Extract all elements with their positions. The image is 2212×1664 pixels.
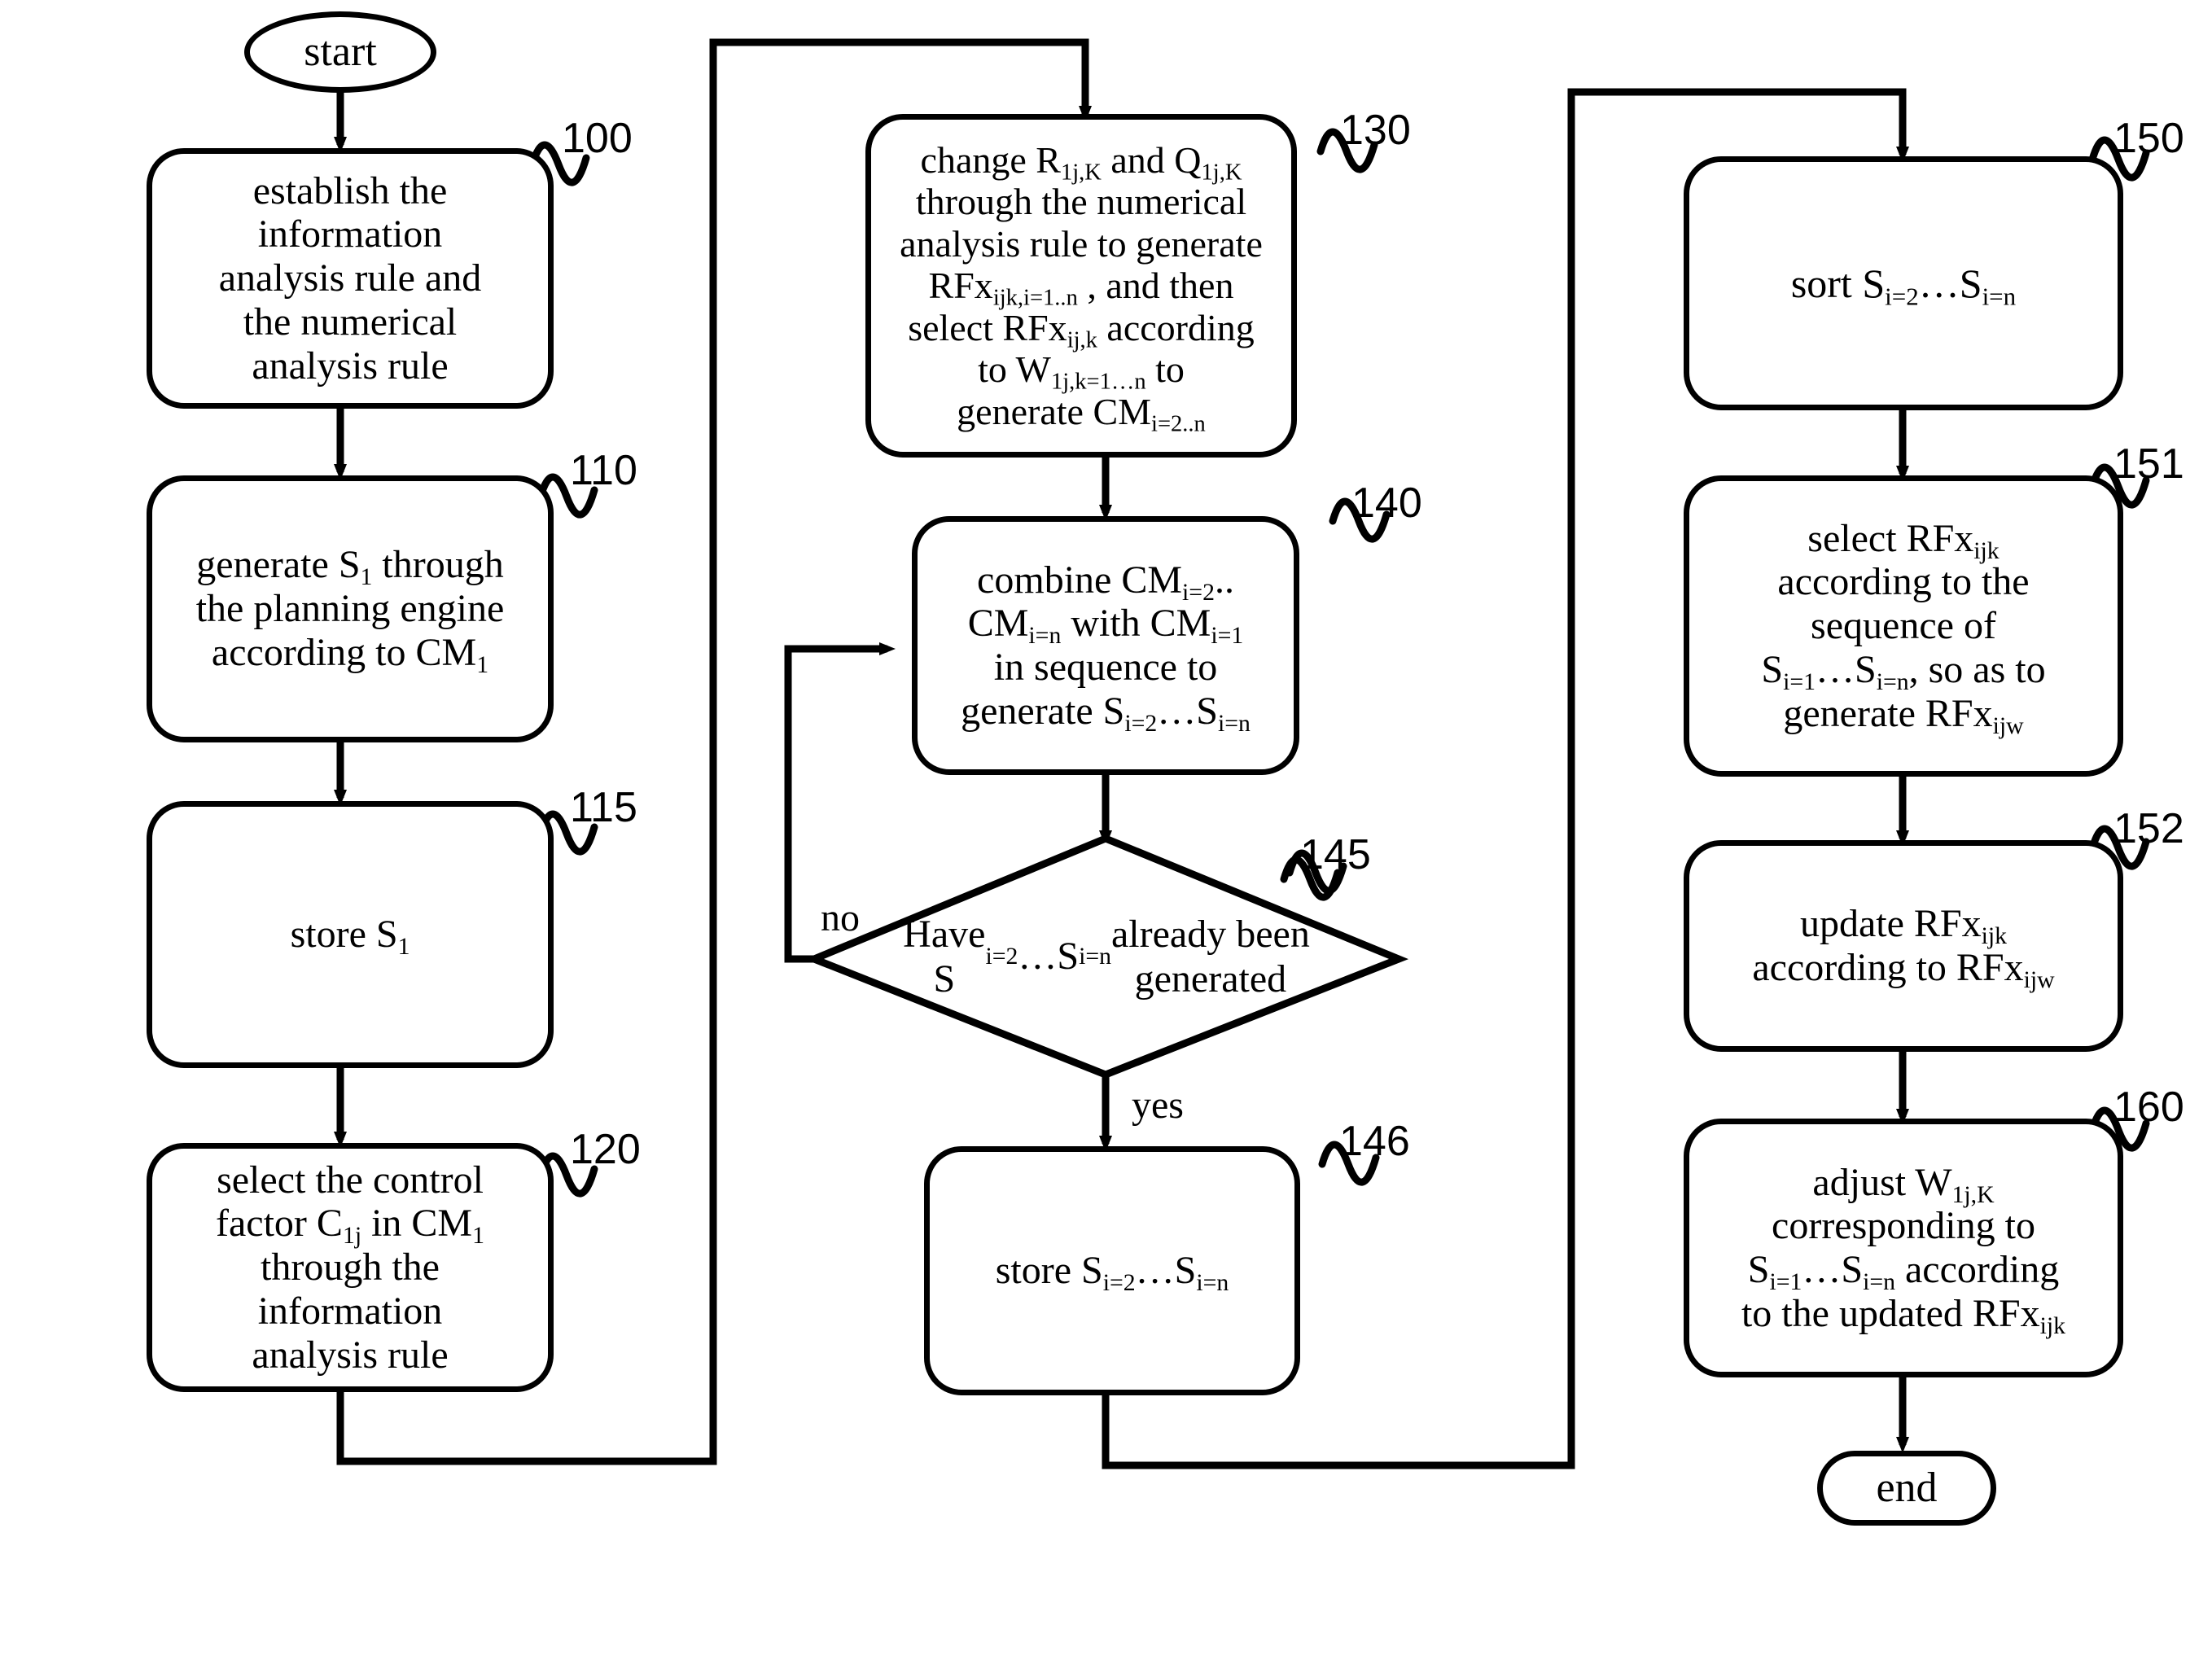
node-146[interactable]: store Si=2…Si=n	[924, 1146, 1300, 1395]
node-120[interactable]: select the control factor C1j in CM1 throu…	[147, 1143, 554, 1392]
node-151-text: select RFxijk according to the sequence of…	[1761, 516, 2046, 739]
ref-numeral-130: 130	[1340, 107, 1411, 154]
node-115-text: store S1	[290, 913, 410, 961]
node-end[interactable]: end	[1817, 1451, 1996, 1526]
ref-numeral-146: 146	[1339, 1118, 1410, 1165]
ref-numeral-151: 151	[2113, 440, 2184, 488]
node-140-text: combine CMi=2.. CMi=n with CMi=1 in sequen…	[961, 558, 1251, 737]
edge-label-yes: yes	[1132, 1084, 1184, 1127]
ref-numeral-145: 145	[1300, 831, 1371, 878]
node-130-text: change R1j,K and Q1j,K through the numeri…	[900, 138, 1263, 437]
node-start[interactable]: start	[244, 11, 436, 93]
node-146-text: store Si=2…Si=n	[995, 1249, 1229, 1297]
node-152-text: update RFxijk according to RFxijw	[1752, 902, 2055, 993]
ref-numeral-100: 100	[562, 115, 633, 162]
ref-numeral-150: 150	[2113, 115, 2184, 162]
node-140[interactable]: combine CMi=2.. CMi=n with CMi=1 in sequen…	[912, 516, 1299, 775]
node-115[interactable]: store S1	[147, 801, 554, 1068]
node-110-text: generate S1 through the planning engine ac…	[195, 543, 505, 678]
node-150-text: sort Si=2…Si=n	[1790, 261, 2017, 311]
ref-numeral-110: 110	[570, 447, 637, 494]
node-start-label: start	[304, 28, 377, 75]
ref-numeral-152: 152	[2113, 805, 2184, 852]
node-120-text: select the control factor C1j in CM1 throu…	[216, 1158, 484, 1377]
node-152[interactable]: update RFxijk according to RFxijw	[1684, 840, 2123, 1052]
ref-numeral-160: 160	[2113, 1084, 2184, 1131]
ref-numeral-115: 115	[570, 784, 637, 831]
node-150[interactable]: sort Si=2…Si=n	[1684, 156, 2123, 410]
node-130[interactable]: change R1j,K and Q1j,K through the numeri…	[865, 114, 1297, 458]
node-100-text: establish the information analysis rule an…	[218, 169, 482, 388]
node-100[interactable]: establish the information analysis rule an…	[147, 148, 554, 409]
node-151[interactable]: select RFxijk according to the sequence of…	[1684, 475, 2123, 777]
node-110[interactable]: generate S1 through the planning engine ac…	[147, 475, 554, 742]
node-160[interactable]: adjust W1j,K corresponding to Si=1…Si=n ac…	[1684, 1119, 2123, 1377]
ref-numeral-120: 120	[570, 1126, 641, 1173]
flowchart-canvas: start establish the information analysis r…	[0, 0, 2212, 1664]
node-160-text: adjust W1j,K corresponding to Si=1…Si=n ac…	[1741, 1160, 2066, 1339]
ref-numeral-140: 140	[1351, 479, 1422, 527]
node-end-label: end	[1876, 1464, 1938, 1511]
edge-label-no: no	[821, 896, 860, 939]
